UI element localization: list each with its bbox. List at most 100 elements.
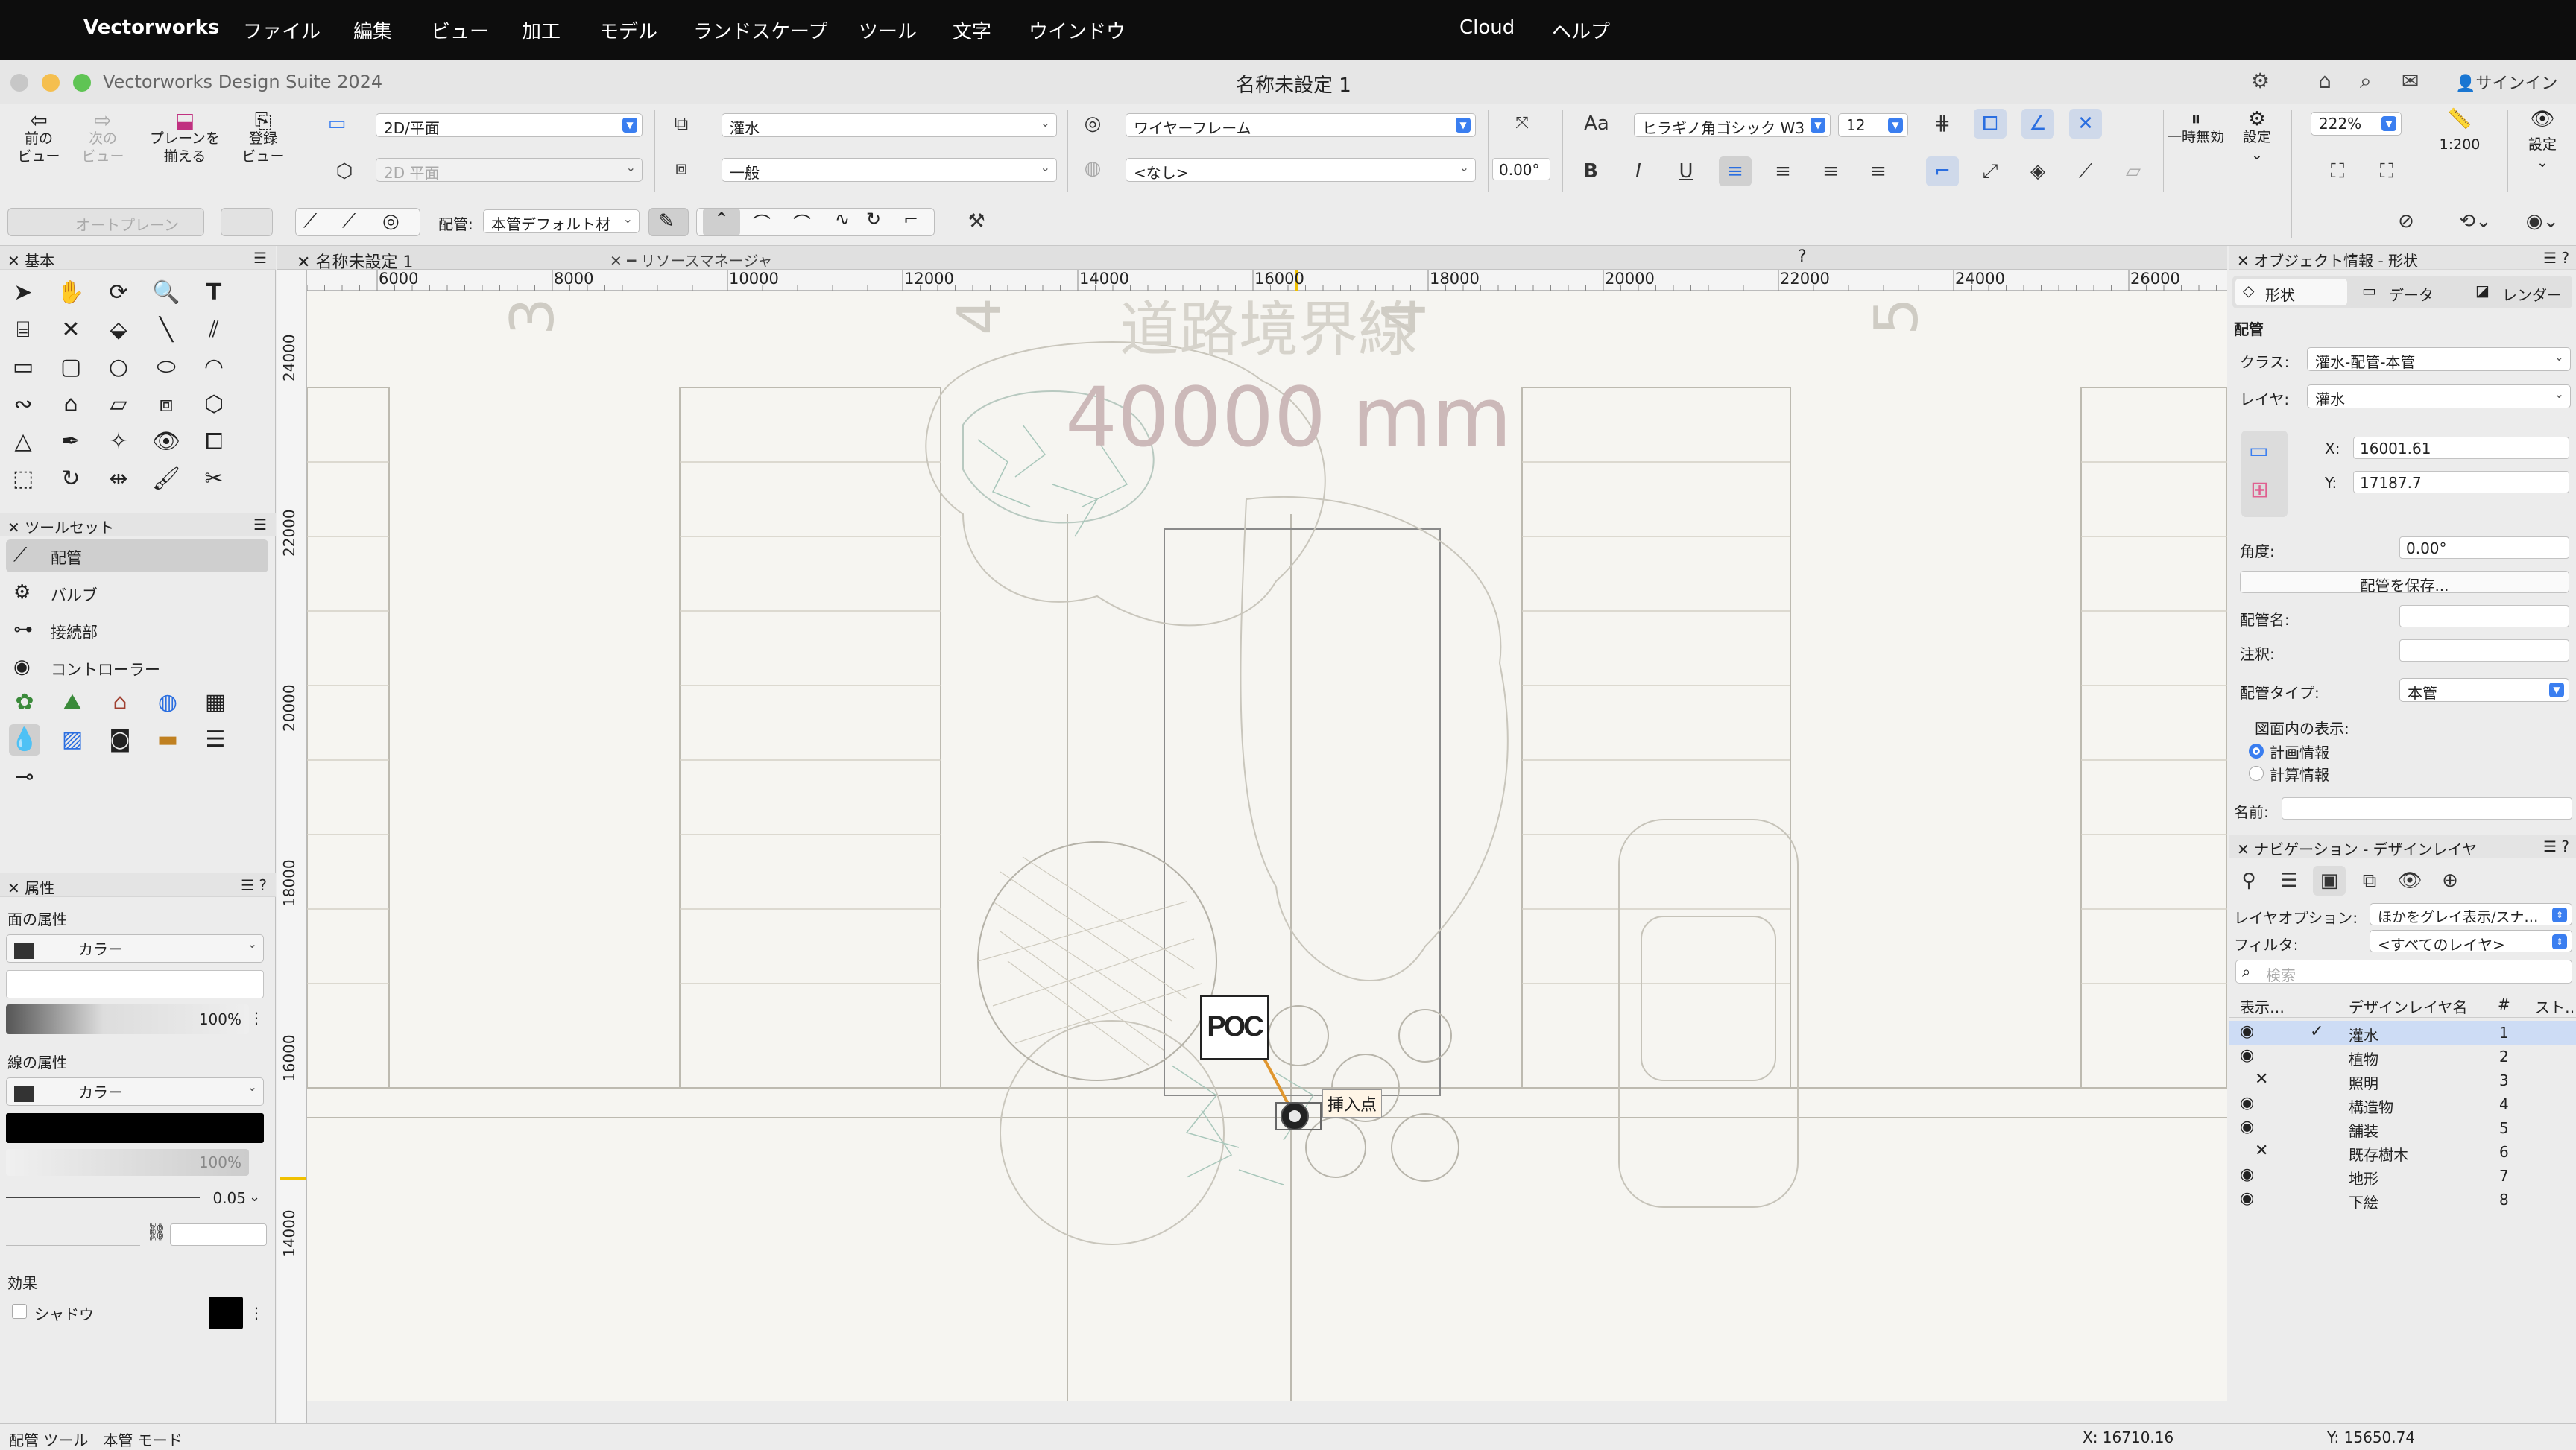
close-icon[interactable]: ✕	[2237, 252, 2254, 270]
anchor-selector[interactable]: ▭ ⊞	[2241, 431, 2288, 517]
insert-mode-button[interactable]: ✎	[648, 208, 689, 236]
hidden-icon[interactable]: ✕	[2255, 1070, 2268, 1089]
fit-to-objects-icon[interactable]: ⛶	[2370, 156, 2403, 186]
menu-cloud[interactable]: Cloud	[1459, 16, 1515, 39]
signin-button[interactable]: 👤サインイン	[2455, 70, 2557, 94]
more-icon[interactable]: ⋮	[249, 1304, 264, 1322]
plane-toggle-button[interactable]	[221, 208, 273, 236]
align-left-button[interactable]: ≡	[1719, 156, 1752, 186]
align-right-button[interactable]: ≡	[1814, 156, 1847, 186]
underline-button[interactable]: U	[1670, 156, 1702, 186]
rotate-tool-icon[interactable]: ↻	[55, 463, 86, 495]
eye-icon[interactable]: ◉	[2240, 1165, 2254, 1184]
layer-row[interactable]: ◉ 植物 2	[2229, 1045, 2576, 1068]
menu-icon[interactable]: ☰	[253, 249, 267, 267]
line-opacity-slider[interactable]: 100%	[6, 1149, 249, 1176]
eyedropper-tool-icon[interactable]: ✒	[55, 426, 86, 458]
layer-row[interactable]: ✕ 照明 3	[2229, 1068, 2576, 1092]
brush-tool-icon[interactable]: 🖌	[151, 463, 182, 495]
globe-icon[interactable]: ◍	[152, 687, 183, 718]
zoom-tool-icon[interactable]: 🔍	[151, 277, 182, 308]
gear-icon[interactable]: ⚙	[2251, 69, 2270, 93]
close-icon[interactable]: ✕ ━	[610, 252, 641, 270]
camera-icon[interactable]: ◙	[104, 724, 136, 756]
font-select[interactable]: ヒラギノ角ゴシック W3 ▼	[1634, 113, 1831, 137]
menu-edit[interactable]: 編集	[353, 16, 392, 44]
curve-mode-group[interactable]: ⌃ ⌒ ⌒ ∿ ↻ ⌐	[696, 208, 935, 236]
fill-opacity-slider[interactable]: 100%	[6, 1004, 249, 1034]
saved-view-button[interactable]: ⎘ 登録 ビュー	[237, 110, 289, 165]
auto-plane-button[interactable]: オートプレーン	[7, 208, 204, 236]
pipe-material-select[interactable]: 本管デフォルト材 ⌄	[483, 209, 640, 233]
line-tool-icon[interactable]: ╲	[151, 314, 182, 346]
radio-plan-info[interactable]	[2249, 744, 2264, 759]
prev-view-button[interactable]: ⇦ 前の ビュー	[10, 110, 67, 165]
tab-render[interactable]: ◪ レンダー	[2468, 279, 2572, 305]
menu-view[interactable]: ビュー	[431, 16, 489, 44]
minimize-window-button[interactable]	[42, 74, 60, 92]
magic-wand-tool-icon[interactable]: ✧	[103, 426, 134, 458]
render-mode-select[interactable]: ワイヤーフレーム ▼	[1126, 113, 1476, 137]
poc-label[interactable]: POC	[1200, 995, 1269, 1060]
view-select[interactable]: 2D/平面 ▼	[376, 113, 643, 137]
menu-tools[interactable]: ツール	[859, 16, 917, 44]
menu-icon[interactable]: ☰ ?	[2543, 249, 2569, 267]
menu-window[interactable]: ウインドウ	[1029, 16, 1126, 44]
trim-tool-icon[interactable]: ✂	[198, 463, 230, 495]
eye-icon[interactable]: ◉	[2240, 1118, 2254, 1136]
snap-edge-icon[interactable]: ⟋	[2069, 156, 2102, 186]
font-icon[interactable]: Aa	[1574, 109, 1619, 139]
close-window-button[interactable]	[10, 74, 28, 92]
line-start-select[interactable]	[6, 1223, 140, 1246]
filter-select[interactable]: <すべてのレイヤ> ⇕	[2370, 930, 2572, 952]
class-select[interactable]: 灌水 ⌄	[722, 113, 1057, 137]
site-model-icon[interactable]: ⛰	[57, 687, 88, 718]
fill-color-field[interactable]	[6, 970, 264, 998]
freehand-tool-icon[interactable]: ∾	[7, 389, 39, 420]
toolset-item-valve[interactable]: ⚙ バルブ	[6, 577, 268, 610]
menu-app[interactable]: Vectorworks	[83, 16, 219, 39]
view-settings-button[interactable]: 👁 設定 ⌄	[2516, 110, 2569, 171]
3d-locus-tool-icon[interactable]: ⬙	[103, 314, 134, 346]
italic-button[interactable]: I	[1622, 156, 1655, 186]
menu-icon[interactable]: ☰ ?	[2543, 838, 2569, 855]
eye-icon[interactable]: ◉	[2240, 1094, 2254, 1112]
toolset-item-controller[interactable]: ◉ コントローラー	[6, 651, 268, 684]
close-icon[interactable]: ✕	[7, 879, 25, 897]
snap-angle-icon[interactable]: ∠	[2021, 109, 2054, 139]
plane-settings-icon[interactable]: ⬡	[328, 156, 361, 186]
fill-style-select[interactable]: カラー ⌄	[6, 934, 264, 963]
fit-to-window-icon[interactable]: ⛶	[2321, 156, 2354, 186]
arc-tool-icon[interactable]: ◠	[198, 352, 230, 383]
more-icon[interactable]: ⋮	[249, 1009, 264, 1027]
pipe-fitting-icon[interactable]: ⊸	[9, 762, 40, 793]
line-weight-field[interactable]: 0.05	[6, 1185, 249, 1212]
snap-intersection-icon[interactable]: ✕	[2069, 109, 2102, 139]
sub-select[interactable]: <なし> ⌄	[1126, 158, 1476, 182]
home-icon[interactable]: ⌂	[2318, 69, 2332, 93]
double-line-tool-icon[interactable]: ⫽	[198, 314, 230, 346]
menu-help[interactable]: ヘルプ	[1552, 16, 1610, 44]
building-icon[interactable]: ⌂	[104, 687, 136, 718]
bold-button[interactable]: B	[1574, 156, 1607, 186]
plane-select[interactable]: 2D 平面 ⌄	[376, 158, 643, 182]
layer-row[interactable]: ◉ ✓ 灌水 1	[2229, 1021, 2576, 1045]
snap-surface-icon[interactable]: ▱	[2117, 156, 2150, 186]
offset-tool-icon[interactable]: ⬚	[7, 463, 39, 495]
snap-tangent-icon[interactable]: ⤢	[1974, 156, 2007, 186]
zoom-select[interactable]: 222% ▼	[2311, 112, 2402, 136]
shadow-color-swatch[interactable]	[209, 1297, 243, 1329]
justify-button[interactable]: ≡	[1862, 156, 1895, 186]
snap-object-icon[interactable]: ⧠	[1974, 109, 2007, 139]
layer-options-select[interactable]: ほかをグレイ表示/スナ… ⇕	[2370, 903, 2572, 925]
menu-modify[interactable]: 加工	[522, 16, 561, 44]
pipe-mode-group[interactable]: ⟋ ⟋ ◎	[295, 208, 420, 236]
sheet-layers-tab-icon[interactable]: ⧉	[2353, 866, 2386, 896]
mail-icon[interactable]: ✉	[2402, 69, 2419, 93]
snap-distance-icon[interactable]: ⌐	[1926, 156, 1959, 186]
polygon-tool-icon[interactable]: ▱	[103, 389, 134, 420]
visibility-tool-icon[interactable]: 👁	[151, 426, 182, 458]
menu-icon[interactable]: ☰	[253, 516, 267, 534]
col-visibility[interactable]: 表示…	[2240, 995, 2285, 1017]
layers-tab-icon[interactable]: ☰	[2273, 866, 2305, 896]
